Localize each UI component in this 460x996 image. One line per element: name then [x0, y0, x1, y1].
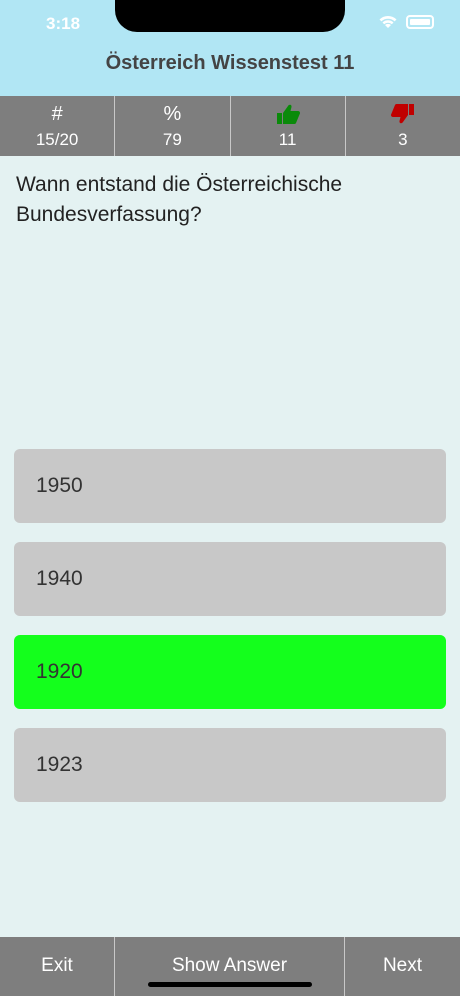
- show-answer-button[interactable]: Show Answer: [115, 937, 345, 996]
- status-time: 3:18: [46, 14, 81, 33]
- stat-value: 11: [278, 130, 297, 149]
- exit-button[interactable]: Exit: [0, 937, 115, 996]
- next-button[interactable]: Next: [345, 937, 460, 996]
- app-header: 3:18 Österreich Wissenstest 11: [0, 0, 460, 96]
- answer-option[interactable]: 1940: [14, 542, 446, 616]
- wifi-icon: [379, 15, 397, 28]
- percent-icon: %: [163, 102, 182, 125]
- answer-option[interactable]: 1950: [14, 449, 446, 523]
- stat-wrong: 3: [346, 96, 460, 156]
- stat-percent: % 79: [115, 96, 231, 156]
- question-text: Wann entstand die Österreichische Bundes…: [16, 173, 343, 226]
- score-bar: # 15/20 % 79 11 3: [0, 96, 460, 156]
- stat-value: 3: [398, 130, 408, 149]
- stat-correct: 11: [231, 96, 346, 156]
- thumbs-up-icon: [275, 102, 301, 126]
- page-title: Österreich Wissenstest 11: [105, 52, 355, 74]
- answer-list: 1950 1940 1920 1923: [14, 449, 446, 821]
- home-indicator[interactable]: [148, 982, 312, 987]
- status-icons: [378, 14, 434, 29]
- hash-icon: #: [51, 102, 63, 125]
- bottom-toolbar: Exit Show Answer Next: [0, 937, 460, 996]
- battery-icon: [406, 14, 434, 29]
- answer-option[interactable]: 1923: [14, 728, 446, 802]
- answer-option-correct[interactable]: 1920: [14, 635, 446, 709]
- stat-question-count: # 15/20: [0, 96, 116, 156]
- stat-value: 79: [162, 130, 182, 149]
- thumbs-down-icon: [390, 102, 416, 126]
- device-notch: [115, 0, 345, 32]
- stat-value: 15/20: [35, 130, 79, 149]
